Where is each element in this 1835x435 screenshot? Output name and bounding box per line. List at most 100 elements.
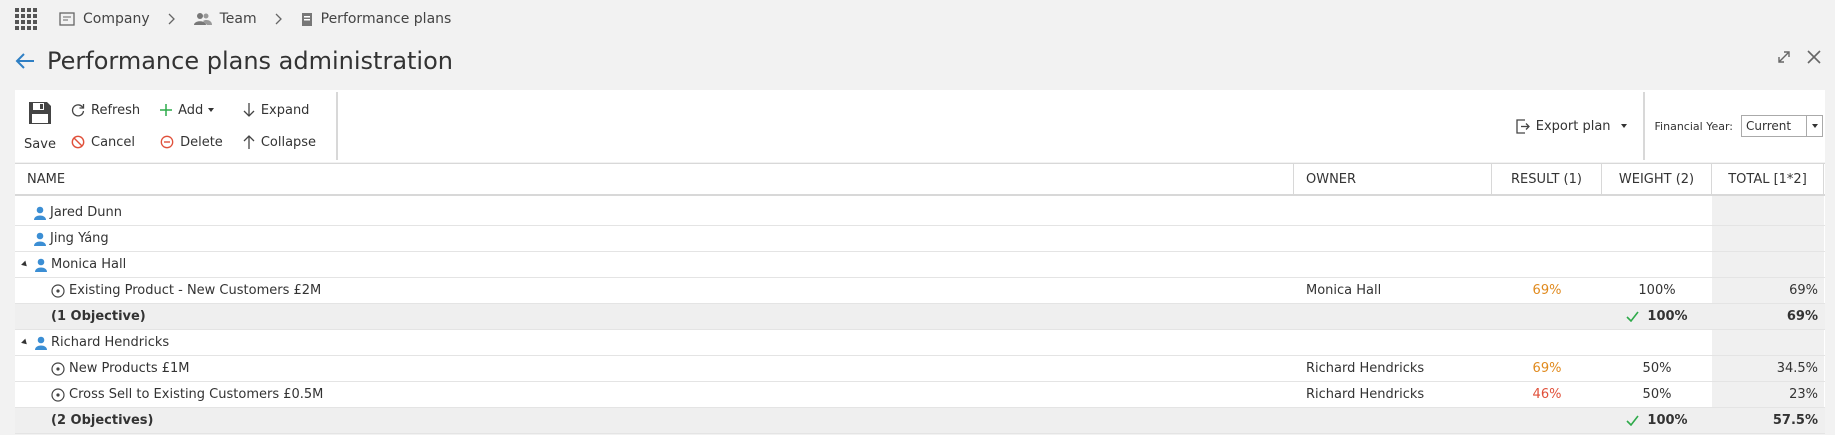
- close-icon[interactable]: [1805, 48, 1823, 66]
- result-cell: [1492, 304, 1602, 329]
- breadcrumb-team[interactable]: Team: [193, 11, 257, 27]
- arrow-up-icon: [243, 135, 255, 149]
- person-icon: [33, 232, 47, 246]
- table-row[interactable]: New Products £1M Richard Hendricks 69% 5…: [15, 356, 1825, 382]
- weight-value: 100%: [1647, 309, 1688, 324]
- table-header: NAME OWNER RESULT (1) WEIGHT (2) TOTAL […: [15, 163, 1825, 196]
- toolbar: Save Refresh Cancel Add Delete Expand Co…: [15, 90, 1825, 162]
- person-icon: [33, 206, 47, 220]
- owner-cell: [1294, 252, 1492, 277]
- name-cell: Jing Yáng: [15, 226, 1294, 251]
- plus-icon: [160, 104, 173, 116]
- summary-row: (2 Objectives) 100% 57.5%: [15, 408, 1825, 434]
- toolbar-column-3: Expand Collapse: [243, 101, 316, 151]
- total-cell: [1712, 200, 1824, 225]
- owner-cell: Richard Hendricks: [1306, 387, 1425, 402]
- total-cell: [1712, 252, 1824, 277]
- toolbar-right: Export plan Financial Year: Current: [1516, 90, 1825, 162]
- owner-cell: [1294, 304, 1492, 329]
- cancel-icon: [71, 135, 85, 149]
- export-plan-button[interactable]: Export plan: [1516, 92, 1645, 160]
- column-header-name[interactable]: NAME: [15, 164, 1294, 194]
- row-name: Jing Yáng: [50, 231, 109, 246]
- add-label: Add: [178, 102, 204, 118]
- column-header-weight[interactable]: WEIGHT (2): [1602, 164, 1712, 194]
- table-row[interactable]: Existing Product - New Customers £2M Mon…: [15, 278, 1825, 304]
- result-cell: [1492, 330, 1602, 355]
- weight-cell: 50%: [1642, 387, 1672, 402]
- plans-icon: [301, 12, 312, 26]
- export-label: Export plan: [1535, 118, 1611, 134]
- summary-label: (1 Objective): [51, 309, 146, 324]
- delete-button[interactable]: Delete: [160, 133, 223, 151]
- result-cell: 69%: [1532, 361, 1562, 376]
- weight-cell: [1602, 252, 1712, 277]
- arrow-down-icon: [243, 103, 255, 117]
- expand-button[interactable]: Expand: [243, 101, 316, 119]
- back-arrow-icon[interactable]: [15, 50, 37, 72]
- refresh-button[interactable]: Refresh: [71, 101, 140, 119]
- toolbar-actions: Save Refresh Cancel Add Delete Expand Co…: [15, 92, 339, 160]
- check-icon: [1626, 311, 1640, 322]
- result-cell: [1492, 408, 1602, 433]
- objective-target-icon: [51, 387, 65, 402]
- row-name: Monica Hall: [51, 257, 127, 272]
- result-cell: [1492, 226, 1602, 251]
- breadcrumb-performance-plans[interactable]: Performance plans: [301, 11, 452, 27]
- cancel-label: Cancel: [91, 134, 136, 150]
- collapse-triangle-icon[interactable]: [21, 338, 29, 347]
- toolbar-column-2: Add Delete: [160, 101, 223, 151]
- financial-year-select[interactable]: Current: [1741, 115, 1823, 137]
- add-button[interactable]: Add: [160, 101, 223, 119]
- result-cell: [1492, 252, 1602, 277]
- name-cell: Cross Sell to Existing Customers £0.5M: [15, 382, 1294, 407]
- save-button[interactable]: Save: [24, 101, 56, 152]
- maximize-icon[interactable]: [1775, 48, 1793, 66]
- column-header-owner[interactable]: OWNER: [1294, 164, 1492, 194]
- weight-cell: [1602, 330, 1712, 355]
- owner-cell: [1294, 408, 1492, 433]
- weight-cell: 100%: [1638, 283, 1676, 298]
- total-cell: [1712, 226, 1824, 251]
- owner-cell: Monica Hall: [1306, 283, 1382, 298]
- breadcrumb-company[interactable]: Company: [59, 11, 150, 27]
- cancel-button[interactable]: Cancel: [71, 133, 140, 151]
- row-name: Cross Sell to Existing Customers £0.5M: [69, 387, 324, 402]
- row-name: Richard Hendricks: [51, 335, 170, 350]
- table-row[interactable]: Richard Hendricks: [15, 330, 1825, 356]
- save-label: Save: [24, 136, 56, 152]
- person-icon: [34, 336, 48, 350]
- weight-cell: [1602, 200, 1712, 225]
- refresh-icon: [71, 104, 85, 117]
- financial-year: Financial Year: Current: [1645, 115, 1825, 137]
- table-row[interactable]: Jing Yáng: [15, 226, 1825, 252]
- table-row[interactable]: Monica Hall: [15, 252, 1825, 278]
- breadcrumb-label: Performance plans: [320, 11, 452, 27]
- column-header-result[interactable]: RESULT (1): [1492, 164, 1602, 194]
- name-cell: Existing Product - New Customers £2M: [15, 278, 1294, 303]
- result-cell: 69%: [1532, 283, 1562, 298]
- owner-cell: Richard Hendricks: [1306, 361, 1425, 376]
- collapse-button[interactable]: Collapse: [243, 133, 316, 151]
- apps-grid-icon[interactable]: [15, 8, 37, 30]
- result-cell: [1492, 200, 1602, 225]
- collapse-triangle-icon[interactable]: [21, 260, 29, 269]
- table-row[interactable]: Cross Sell to Existing Customers £0.5M R…: [15, 382, 1825, 408]
- table-row[interactable]: Jared Dunn: [15, 200, 1825, 226]
- dropdown-caret-icon: [1620, 124, 1627, 128]
- total-cell: 23%: [1712, 382, 1824, 407]
- delete-icon: [160, 135, 174, 149]
- team-icon: [193, 13, 212, 25]
- window-controls: [1775, 48, 1823, 66]
- financial-year-value: Current: [1746, 119, 1792, 133]
- chevron-down-icon[interactable]: [1806, 116, 1822, 136]
- column-header-total[interactable]: TOTAL [1*2]: [1712, 164, 1824, 194]
- weight-cell: 100%: [1602, 408, 1712, 433]
- toolbar-column-1: Refresh Cancel: [71, 101, 140, 151]
- result-cell: 46%: [1532, 387, 1562, 402]
- row-name: Jared Dunn: [50, 205, 122, 220]
- page-title: Performance plans administration: [47, 47, 453, 75]
- save-icon: [29, 101, 51, 124]
- name-cell: New Products £1M: [15, 356, 1294, 381]
